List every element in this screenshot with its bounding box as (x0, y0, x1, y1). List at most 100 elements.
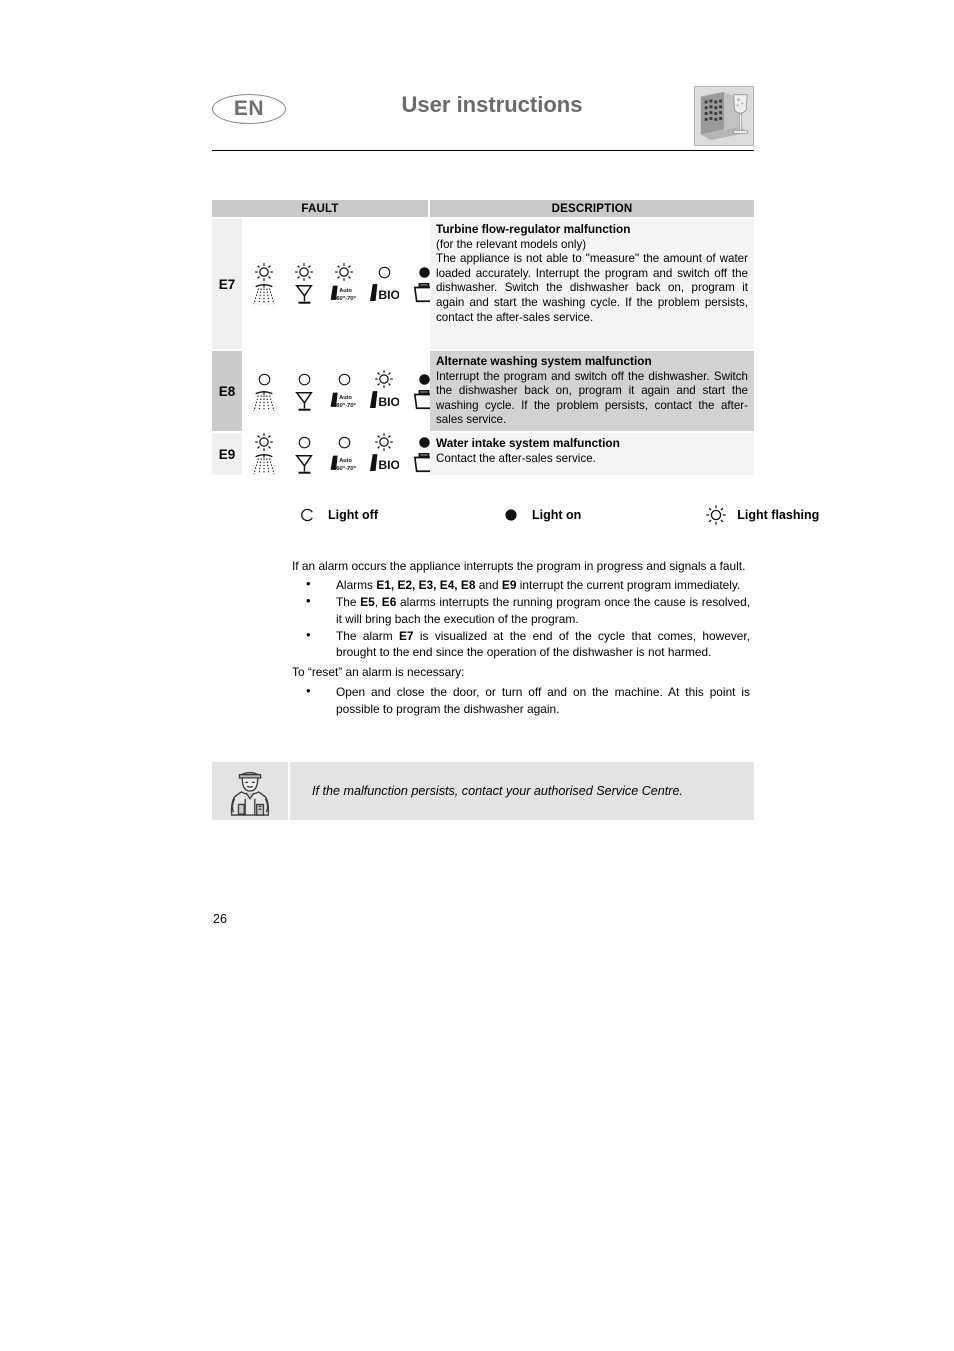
light-off-circle-icon (332, 432, 356, 452)
bio-icon: BIO (369, 282, 399, 306)
led-column-glass (292, 369, 316, 413)
glass-goblet-icon (289, 389, 319, 413)
led-column-auto: Auto 60°-70° (329, 369, 359, 413)
fault-table: FAULT DESCRIPTION E7 Auto 60°-70° BIO Tu… (212, 200, 754, 475)
light-flashing-sun-icon (252, 432, 276, 452)
svg-text:BIO: BIO (378, 395, 399, 409)
svg-text:60°-70°: 60°-70° (336, 403, 356, 409)
svg-text:60°-70°: 60°-70° (336, 466, 356, 472)
led-indicator-group-e9: Auto 60°-70° BIO (242, 432, 435, 476)
light-off-circle-icon (292, 507, 322, 523)
led-column-spray-arm (252, 432, 276, 476)
led-column-auto: Auto 60°-70° (329, 262, 359, 306)
fault-subtitle-e7: (for the relevant models only) (436, 237, 587, 251)
svg-text:Auto: Auto (339, 288, 352, 294)
dishwasher-glass-icon (694, 86, 754, 146)
led-column-glass (292, 262, 316, 306)
led-column-bio: BIO (369, 262, 399, 306)
legend-label-light-flashing: Light flashing (737, 508, 820, 522)
alarm-explanation-section: If an alarm occurs the appliance interru… (292, 558, 750, 721)
column-header-fault: FAULT (212, 200, 428, 217)
legend-label-light-on: Light on (531, 508, 582, 522)
language-badge: EN (212, 94, 286, 124)
light-off-circle-icon (292, 432, 316, 452)
auto-60-70-icon: Auto 60°-70° (329, 282, 359, 306)
spray-arm-icon (249, 389, 279, 413)
led-column-bio: BIO (369, 432, 399, 476)
fault-title-e9: Water intake system malfunction (436, 436, 620, 450)
led-column-auto: Auto 60°-70° (329, 432, 359, 476)
page-number: 26 (213, 912, 227, 926)
legend-item-light-on: Light on (496, 507, 581, 523)
light-off-circle-icon (332, 369, 356, 389)
light-flashing-sun-icon (701, 504, 731, 526)
fault-code-e7: E7 (212, 219, 242, 349)
light-off-circle-icon (372, 262, 396, 282)
bio-icon: BIO (369, 452, 399, 476)
light-flashing-sun-icon (372, 369, 396, 389)
intro-paragraph: If an alarm occurs the appliance interru… (292, 559, 746, 573)
service-technician-svg (230, 772, 270, 816)
led-group: Auto 60°-70° BIO (252, 369, 436, 413)
fault-title-e7: Turbine flow-regulator malfunction (436, 222, 631, 236)
fault-code-e9: E9 (212, 433, 242, 475)
document-page: EN User instructions FAULT DESCRIPTION E… (0, 0, 954, 1351)
table-row: E7 Auto 60°-70° BIO Turbine flow-regulat… (212, 219, 754, 349)
led-column-bio: BIO (369, 369, 399, 413)
glass-goblet-icon (289, 282, 319, 306)
light-off-circle-icon (252, 369, 276, 389)
service-technician-icon (212, 762, 288, 820)
spray-arm-icon (249, 282, 279, 306)
fault-description-e9: Water intake system malfunction Contact … (430, 433, 754, 475)
header-divider (212, 150, 754, 151)
svg-text:Auto: Auto (339, 395, 352, 401)
light-off-circle-icon (292, 369, 316, 389)
svg-text:Auto: Auto (339, 458, 352, 464)
auto-60-70-icon: Auto 60°-70° (329, 452, 359, 476)
led-column-spray-arm (252, 369, 276, 413)
led-indicator-group-e8: Auto 60°-70° BIO (242, 351, 435, 431)
light-state-legend: Light off Light on Light flashing (292, 500, 819, 530)
reset-bullet-list: Open and close the door, or turn off and… (292, 683, 750, 716)
light-on-filled-circle-icon (496, 507, 526, 523)
fault-table-header-row: FAULT DESCRIPTION (212, 200, 754, 217)
legend-label-light-off: Light off (328, 508, 378, 522)
bio-icon: BIO (369, 389, 399, 413)
page-title: User instructions (401, 92, 583, 117)
fault-description-e8: Alternate washing system malfunction Int… (430, 351, 754, 431)
legend-item-light-off: Light off (292, 507, 378, 523)
fault-body-e8: Interrupt the program and switch off the… (436, 369, 748, 427)
fault-description-e7: Turbine flow-regulator malfunction (for … (430, 219, 754, 349)
led-column-spray-arm (252, 262, 276, 306)
legend-item-light-flashing: Light flashing (701, 504, 819, 526)
light-flashing-sun-icon (252, 262, 276, 282)
light-flashing-sun-icon (372, 432, 396, 452)
fault-body-e9: Contact the after-sales service. (436, 451, 596, 465)
reset-instruction-line: To “reset” an alarm is necessary: (292, 665, 465, 680)
dishwasher-glass-svg (695, 87, 753, 145)
page-header: EN User instructions (212, 86, 754, 148)
fault-code-e8: E8 (212, 351, 242, 431)
list-item: The E5, E6 alarms interrupts the running… (292, 593, 750, 626)
svg-text:BIO: BIO (378, 288, 399, 302)
list-item: Alarms E1, E2, E3, E4, E8 and E9 interru… (292, 576, 750, 593)
led-group: Auto 60°-70° BIO (252, 262, 436, 306)
light-flashing-sun-icon (292, 262, 316, 282)
led-indicator-group-e7: Auto 60°-70° BIO (242, 219, 435, 349)
alarm-bullet-list: Alarms E1, E2, E3, E4, E8 and E9 interru… (292, 576, 750, 660)
svg-text:BIO: BIO (378, 458, 399, 472)
table-row: E9 Auto 60°-70° BIO Water intake system … (212, 433, 754, 475)
table-row: E8 Auto 60°-70° BIO Alternate washing sy… (212, 351, 754, 431)
glass-goblet-icon (289, 452, 319, 476)
spray-arm-icon (249, 452, 279, 476)
service-note-box: If the malfunction persists, contact you… (212, 762, 754, 820)
light-flashing-sun-icon (332, 262, 356, 282)
fault-title-e8: Alternate washing system malfunction (436, 354, 652, 368)
service-note-text: If the malfunction persists, contact you… (290, 762, 754, 820)
list-item: Open and close the door, or turn off and… (292, 683, 750, 716)
led-column-glass (292, 432, 316, 476)
auto-60-70-icon: Auto 60°-70° (329, 389, 359, 413)
column-header-description: DESCRIPTION (430, 200, 754, 217)
fault-body-e7: The appliance is not able to "measure" t… (436, 252, 748, 324)
svg-text:60°-70°: 60°-70° (336, 296, 356, 302)
